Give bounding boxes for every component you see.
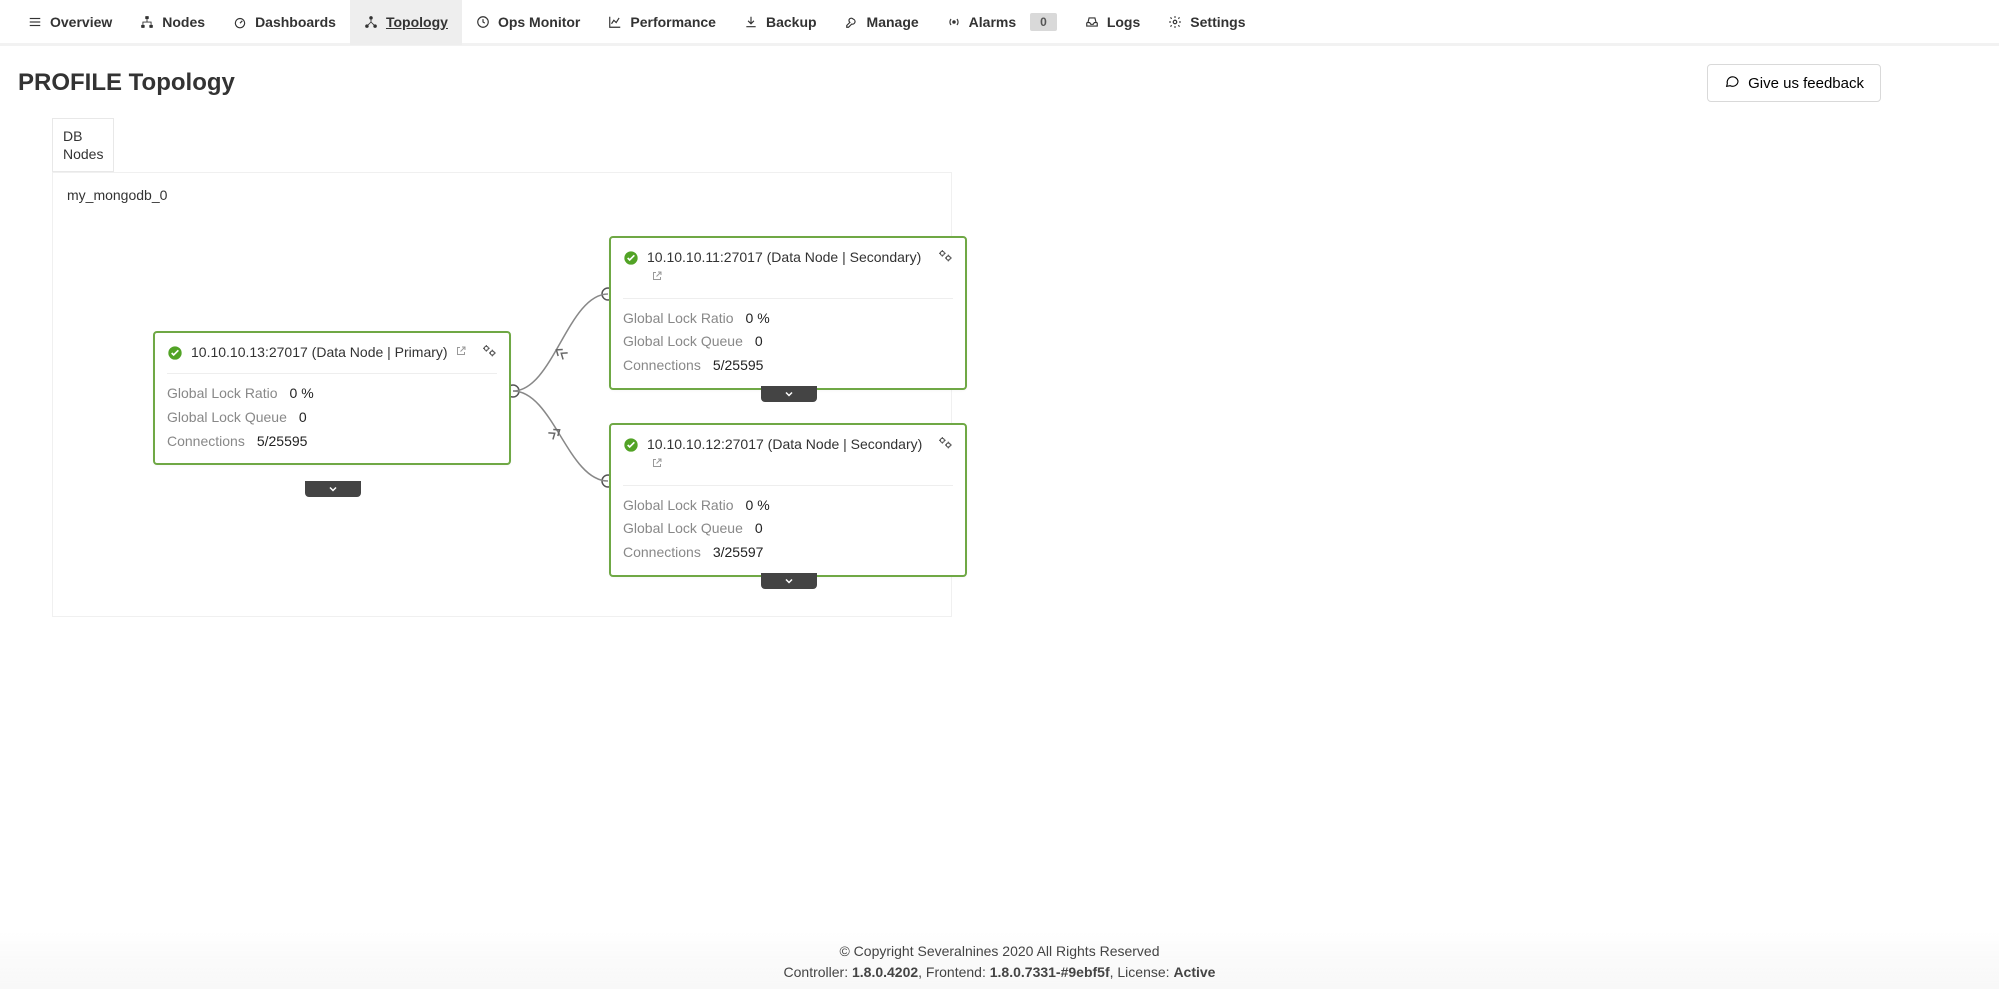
nav-label: Dashboards [255,14,336,30]
comment-icon [1724,73,1740,93]
node-actions-icon[interactable] [937,435,953,454]
node-secondary-1[interactable]: 10.10.10.11:27017 (Data Node | Secondary… [609,236,967,390]
tab-line2: Nodes [63,145,103,163]
metric-label: Global Lock Queue [623,330,743,354]
inbox-icon [1085,15,1099,29]
node-actions-icon[interactable] [481,343,497,362]
divider [623,485,953,486]
nav-overview[interactable]: Overview [14,0,126,45]
node-title: 10.10.10.13:27017 (Data Node | Primary) [191,344,448,360]
expand-node-button[interactable] [761,386,817,402]
nav-label: Manage [867,14,919,30]
metric-label: Global Lock Ratio [167,382,278,406]
nav-nodes[interactable]: Nodes [126,0,219,45]
divider [623,298,953,299]
expand-node-button[interactable] [305,481,361,497]
feedback-label: Give us feedback [1748,75,1864,92]
divider [167,373,497,374]
external-link-icon[interactable] [455,344,467,360]
nav-label: Backup [766,14,817,30]
nav-label: Nodes [162,14,205,30]
metric-label: Connections [623,354,701,378]
nav-label: Ops Monitor [498,14,580,30]
metric-value: 0 % [290,382,314,406]
nav-label: Performance [630,14,716,30]
metric-label: Connections [623,541,701,565]
metric-label: Global Lock Queue [167,406,287,430]
version-line: Controller: 1.8.0.4202, Frontend: 1.8.0.… [0,962,1999,983]
metric-value: 0 % [746,494,770,518]
tab-db-nodes[interactable]: DB Nodes [52,118,114,172]
status-ok-icon [623,250,639,266]
external-link-icon[interactable] [651,269,663,285]
metric-value: 5/25595 [257,430,308,454]
nav-label: Alarms [969,14,1016,30]
expand-node-button[interactable] [761,573,817,589]
nav-label: Logs [1107,14,1140,30]
clock-icon [476,15,490,29]
footer: © Copyright Severalnines 2020 All Rights… [0,933,1999,989]
status-ok-icon [623,437,639,453]
dashboard-icon [233,15,247,29]
metric-label: Global Lock Ratio [623,307,734,331]
nav-label: Overview [50,14,112,30]
node-primary[interactable]: 10.10.10.13:27017 (Data Node | Primary) … [153,331,511,465]
nav-ops-monitor[interactable]: Ops Monitor [462,0,594,45]
metric-value: 0 % [746,307,770,331]
metric-value: 0 [755,517,763,541]
sitemap-icon [140,15,154,29]
alarms-badge: 0 [1030,13,1057,31]
broadcast-icon [947,15,961,29]
node-actions-icon[interactable] [937,248,953,267]
metric-label: Global Lock Ratio [623,494,734,518]
nav-label: Settings [1190,14,1245,30]
wrench-icon [845,15,859,29]
nav-settings[interactable]: Settings [1154,0,1259,45]
metric-label: Global Lock Queue [623,517,743,541]
metric-label: Connections [167,430,245,454]
nav-backup[interactable]: Backup [730,0,831,45]
node-secondary-2[interactable]: 10.10.10.12:27017 (Data Node | Secondary… [609,423,967,577]
page-title: PROFILE Topology [18,69,235,97]
metric-value: 5/25595 [713,354,764,378]
status-ok-icon [167,345,183,361]
feedback-button[interactable]: Give us feedback [1707,64,1881,102]
nav-topology[interactable]: Topology [350,0,462,45]
nav-dashboards[interactable]: Dashboards [219,0,350,45]
topology-icon [364,15,378,29]
download-icon [744,15,758,29]
nav-label: Topology [386,14,448,30]
external-link-icon[interactable] [651,456,663,472]
metric-value: 0 [299,406,307,430]
metric-value: 0 [755,330,763,354]
gear-icon [1168,15,1182,29]
metric-value: 3/25597 [713,541,764,565]
node-title: 10.10.10.12:27017 (Data Node | Secondary… [647,436,922,452]
nav-alarms[interactable]: Alarms 0 [933,0,1071,45]
nav-logs[interactable]: Logs [1071,0,1154,45]
cluster-name: my_mongodb_0 [67,187,937,203]
chart-icon [608,15,622,29]
node-title: 10.10.10.11:27017 (Data Node | Secondary… [647,249,921,265]
top-nav: Overview Nodes Dashboards Topology Ops M… [0,0,1999,46]
copyright: © Copyright Severalnines 2020 All Rights… [0,941,1999,962]
tab-line1: DB [63,127,103,145]
nav-manage[interactable]: Manage [831,0,933,45]
nav-performance[interactable]: Performance [594,0,730,45]
menu-icon [28,15,42,29]
topology-canvas: my_mongodb_0 10.10.10.13:27017 (Data Nod… [52,172,952,617]
